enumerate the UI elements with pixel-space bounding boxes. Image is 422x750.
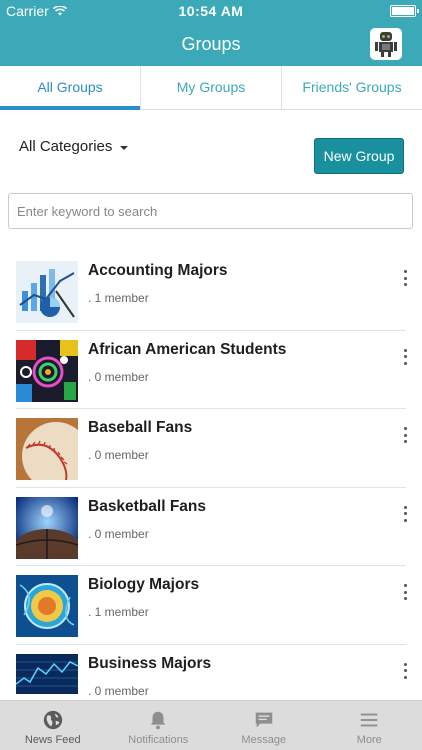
caret-down-icon [120, 145, 129, 150]
group-name: Basketball Fans [88, 497, 207, 515]
tab-friends-groups[interactable]: Friends' Groups [282, 66, 422, 109]
basketball-icon [16, 496, 78, 559]
nav-news-feed[interactable]: News Feed [0, 701, 106, 750]
profile-avatar-button[interactable] [370, 28, 402, 60]
list-item[interactable]: Baseball Fans . 0 member [16, 409, 408, 488]
group-member-count: . 0 member [88, 526, 149, 541]
group-member-count: . 1 member [88, 291, 149, 305]
more-options-icon[interactable] [402, 505, 408, 522]
group-member-count: . 0 member [88, 448, 149, 462]
battery-icon [390, 5, 419, 17]
group-tabs: All Groups My Groups Friends' Groups [0, 66, 422, 110]
page-title: Groups [181, 34, 241, 54]
category-dropdown[interactable]: All Categories [19, 138, 129, 155]
category-label: All Categories [19, 138, 113, 155]
cell-icon [16, 575, 78, 637]
nav-label: News Feed [24, 734, 81, 746]
nav-notifications[interactable]: Notifications [106, 701, 212, 750]
search-input[interactable] [8, 193, 413, 229]
group-list: Accounting Majors . 1 member African Ame… [16, 252, 408, 723]
group-name: Biology Majors [88, 576, 200, 593]
app-header: Carrier 10:54 AM Groups [0, 0, 422, 66]
more-options-icon[interactable] [402, 662, 408, 679]
group-thumbnail [16, 418, 78, 480]
art-icon [16, 339, 78, 402]
more-options-icon[interactable] [402, 427, 408, 443]
nav-label: More [356, 734, 382, 746]
group-member-count: . 0 member [88, 683, 149, 698]
more-options-icon[interactable] [402, 348, 408, 365]
group-name: Business Majors [88, 654, 212, 672]
new-group-button[interactable]: New Group [314, 138, 404, 174]
globe-icon [43, 710, 62, 730]
group-member-count: . 1 member [88, 605, 149, 619]
market-icon [16, 653, 78, 694]
tab-all-groups[interactable]: All Groups [0, 66, 141, 110]
group-thumbnail [16, 339, 78, 402]
status-bar: Carrier 10:54 AM [0, 0, 422, 22]
list-item[interactable]: Accounting Majors . 1 member [16, 252, 408, 331]
menu-icon [361, 713, 378, 727]
chart-icon [16, 261, 78, 323]
bottom-nav: News Feed Notifications Message More [0, 700, 422, 750]
group-name: Accounting Majors [88, 262, 228, 279]
group-thumbnail [16, 496, 78, 559]
chat-icon [255, 712, 272, 728]
list-item[interactable]: African American Students . 0 member [16, 331, 408, 409]
list-item[interactable]: Biology Majors . 1 member [16, 566, 408, 645]
tab-my-groups[interactable]: My Groups [141, 66, 282, 109]
baseball-icon [16, 418, 78, 480]
more-options-icon[interactable] [402, 584, 408, 600]
bell-icon [150, 711, 166, 730]
list-item[interactable]: Basketball Fans . 0 member [16, 488, 408, 566]
more-options-icon[interactable] [402, 270, 408, 286]
group-thumbnail [16, 261, 78, 323]
status-time: 10:54 AM [178, 3, 244, 19]
nav-message[interactable]: Message [211, 701, 317, 750]
group-name: African American Students [88, 340, 287, 358]
nav-label: Message [241, 734, 287, 746]
group-name: Baseball Fans [88, 419, 193, 436]
nav-more[interactable]: More [317, 701, 422, 750]
group-thumbnail [16, 653, 78, 694]
group-thumbnail [16, 575, 78, 637]
robot-avatar-icon [375, 32, 397, 57]
group-member-count: . 0 member [88, 369, 149, 384]
nav-label: Notifications [128, 734, 189, 746]
